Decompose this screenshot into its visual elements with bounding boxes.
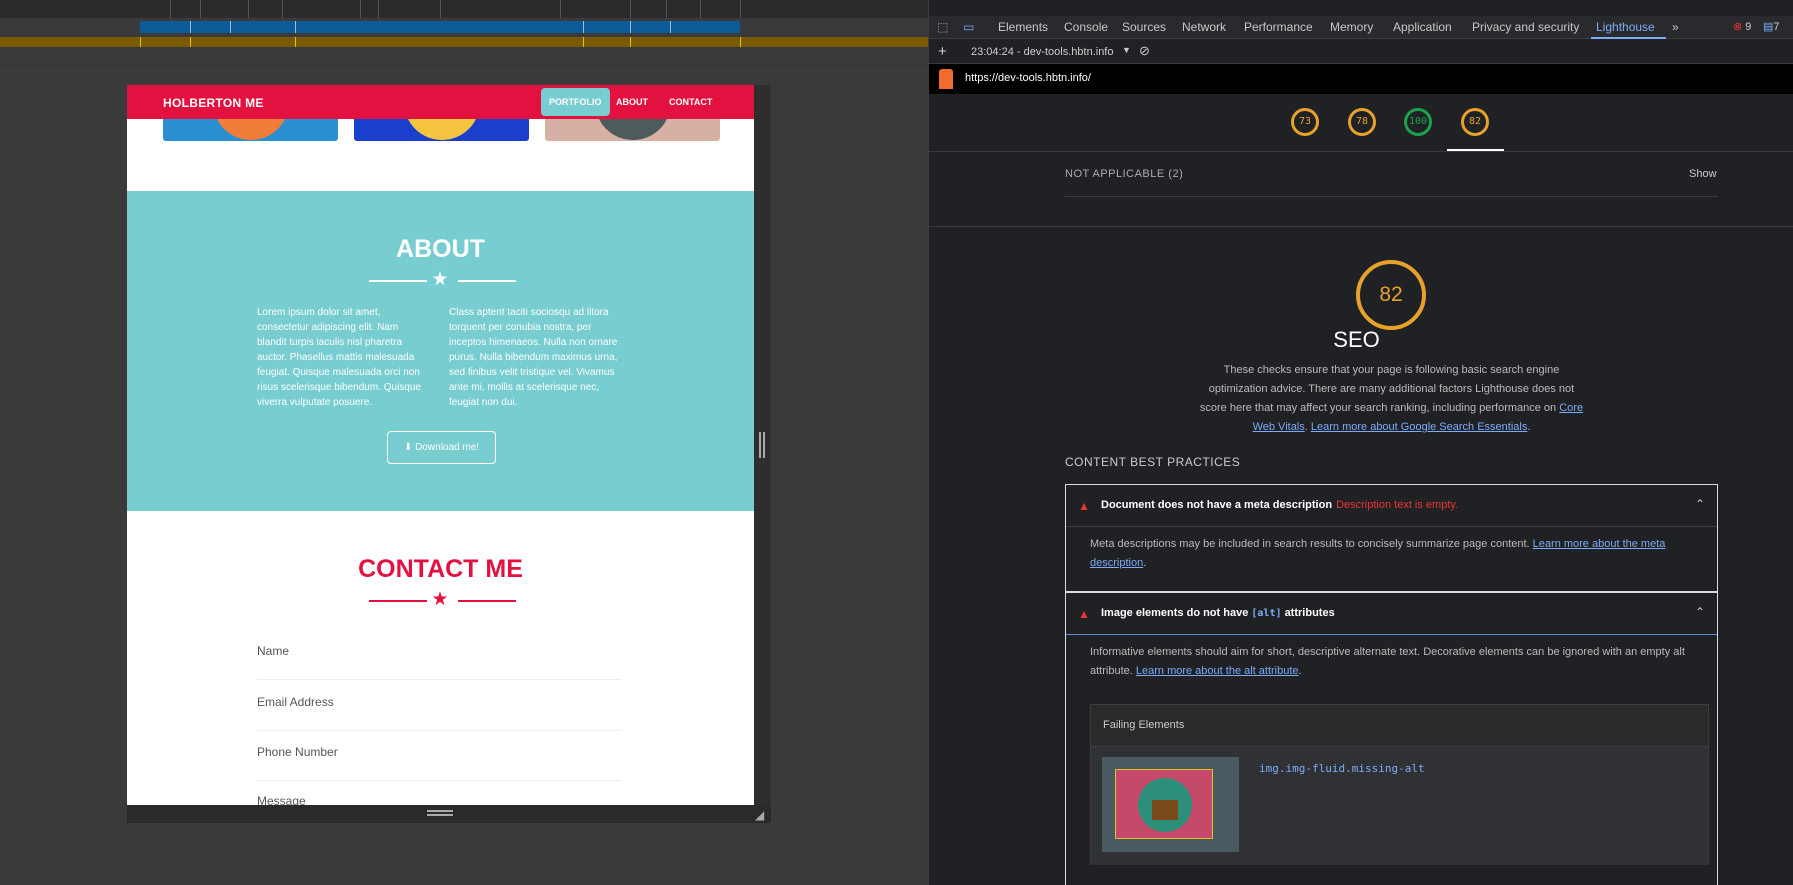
portfolio-tile[interactable] [163, 85, 338, 141]
about-text-left: Lorem ipsum dolor sit amet, consectetur … [257, 307, 421, 408]
portfolio-tile[interactable] [545, 85, 720, 141]
name-field[interactable]: Name [257, 630, 621, 680]
about-text-right: Class aptent taciti sociosqu ad litora t… [449, 307, 618, 408]
score-performance[interactable]: 73 [1291, 108, 1319, 136]
tab-application[interactable]: Application [1393, 20, 1452, 34]
nav-portfolio[interactable]: PORTFOLIO [541, 88, 610, 116]
download-button[interactable]: ⬇ Download me! [387, 431, 496, 464]
divider-line [369, 280, 427, 282]
element-selector[interactable]: img.img-fluid.missing-alt [1259, 762, 1425, 775]
element-screenshot[interactable] [1102, 757, 1239, 852]
device-toolbar [0, 48, 928, 66]
divider [1065, 196, 1718, 197]
resize-corner-icon[interactable]: ◢ [755, 808, 764, 822]
divider-line [458, 600, 516, 602]
alt-attribute-link[interactable]: Learn more about the alt attribute [1136, 665, 1299, 677]
resize-handle-icon[interactable] [427, 810, 453, 812]
devtools-tabbar: ⬚ ▭ Elements Console Sources Network Per… [929, 16, 1793, 39]
active-tab-indicator [1591, 37, 1666, 39]
divider-line [369, 600, 427, 602]
timeline-activity-track[interactable] [0, 37, 928, 47]
tab-elements[interactable]: Elements [998, 20, 1048, 34]
search-essentials-link[interactable]: Learn more about Google Search Essential… [1311, 421, 1527, 433]
errors-badge[interactable]: ⊗ 9 [1733, 20, 1751, 33]
devtools-panel: ⬚ ▭ Elements Console Sources Network Per… [928, 0, 1793, 885]
tab-memory[interactable]: Memory [1330, 20, 1373, 34]
divider-line [458, 280, 516, 282]
audit-error: Description text is empty. [1336, 499, 1459, 511]
seo-score-gauge: 82 [1356, 260, 1426, 330]
star-icon: ★ [431, 589, 449, 610]
audit-title: Image elements do not have [1101, 607, 1249, 619]
nav-contact[interactable]: CONTACT [661, 88, 720, 116]
site-brand[interactable]: HOLBERTON ME [163, 96, 264, 110]
audit-meta-description: ▲ Document does not have a meta descript… [1065, 484, 1718, 592]
audit-header[interactable]: ▲ Document does not have a meta descript… [1066, 485, 1717, 527]
failing-elements-header: Failing Elements [1103, 719, 1185, 731]
audit-description: Meta descriptions may be included in sea… [1090, 538, 1666, 569]
tab-lighthouse[interactable]: Lighthouse [1596, 20, 1655, 34]
email-field[interactable]: Email Address [257, 681, 621, 731]
warning-icon: ▲ [1078, 607, 1090, 621]
messages-badge[interactable]: ▤7 [1763, 20, 1780, 33]
phone-field[interactable]: Phone Number [257, 731, 621, 781]
device-viewport[interactable]: HOLBERTON ME PORTFOLIO ABOUT CONTACT ABO… [127, 85, 771, 823]
not-applicable-header: NOT APPLICABLE (2) [1065, 168, 1184, 180]
star-icon: ★ [431, 269, 449, 290]
clear-icon[interactable]: ⊘ [1139, 43, 1150, 59]
device-toggle-icon[interactable]: ▭ [963, 20, 974, 34]
failing-elements-table: Failing Elements img.img-fluid.missing-a… [1090, 704, 1709, 865]
more-tabs-icon[interactable]: » [1672, 20, 1679, 34]
viewport-resize-bottom[interactable] [127, 805, 771, 823]
cabin-icon [1152, 800, 1178, 820]
device-emulation-area: HOLBERTON ME PORTFOLIO ABOUT CONTACT ABO… [0, 0, 928, 885]
message-icon: ▤ [1763, 21, 1774, 33]
audit-description: Informative elements should aim for shor… [1090, 646, 1685, 677]
audit-image-alt: ▲ Image elements do not have [alt] attri… [1065, 592, 1718, 885]
tab-sources[interactable]: Sources [1122, 20, 1166, 34]
report-url-bar: https://dev-tools.hbtn.info/ [929, 64, 1793, 94]
seo-title: SEO [1333, 327, 1380, 352]
show-button[interactable]: Show [1689, 168, 1717, 180]
dropdown-arrow-icon[interactable]: ▼ [1122, 45, 1131, 55]
seo-description: These checks ensure that your page is fo… [1199, 364, 1584, 433]
lighthouse-toolbar: + 23:04:24 - dev-tools.hbtn.info ▼ ⊘ [929, 40, 1793, 64]
timeline-frames-track[interactable] [140, 21, 740, 33]
portfolio-tile[interactable] [354, 85, 529, 141]
highlighted-image [1115, 769, 1213, 839]
tab-privacy[interactable]: Privacy and security [1472, 20, 1579, 34]
site-navbar: HOLBERTON ME PORTFOLIO ABOUT CONTACT [127, 85, 754, 119]
inspect-icon[interactable]: ⬚ [937, 20, 948, 34]
divider [929, 151, 1793, 152]
score-seo[interactable]: 82 [1461, 108, 1489, 136]
chevron-up-icon[interactable]: ⌃ [1695, 605, 1705, 619]
about-title: ABOUT [396, 235, 485, 263]
viewport-resize-right[interactable] [754, 85, 771, 823]
report-url[interactable]: https://dev-tools.hbtn.info/ [965, 72, 1091, 84]
audit-title: Document does not have a meta descriptio… [1101, 499, 1333, 511]
tab-console[interactable]: Console [1064, 20, 1108, 34]
tab-network[interactable]: Network [1182, 20, 1226, 34]
divider [929, 226, 1793, 227]
about-section: ABOUT ★ Lorem ipsum dolor sit amet, cons… [127, 191, 754, 511]
timeline-ruler [0, 0, 928, 18]
report-selector[interactable]: 23:04:24 - dev-tools.hbtn.info [971, 46, 1121, 58]
warning-icon: ▲ [1078, 499, 1090, 513]
error-icon: ⊗ [1733, 21, 1743, 33]
tab-performance[interactable]: Performance [1244, 20, 1313, 34]
plus-icon[interactable]: + [938, 43, 947, 60]
download-icon: ⬇ [403, 442, 416, 453]
failing-element-row[interactable]: img.img-fluid.missing-alt [1091, 746, 1708, 865]
contact-title: CONTACT ME [358, 555, 523, 583]
lighthouse-icon [939, 69, 953, 89]
score-accessibility[interactable]: 78 [1348, 108, 1376, 136]
score-best-practices[interactable]: 100 [1404, 108, 1432, 136]
audit-header[interactable]: ▲ Image elements do not have [alt] attri… [1066, 593, 1717, 635]
resize-handle-icon[interactable] [759, 432, 761, 458]
chevron-up-icon[interactable]: ⌃ [1695, 497, 1705, 511]
content-best-practices-header: CONTENT BEST PRACTICES [1065, 455, 1241, 469]
nav-about[interactable]: ABOUT [608, 88, 656, 116]
audit-title-code: [alt] [1251, 608, 1282, 619]
audit-title-end: attributes [1284, 607, 1335, 619]
